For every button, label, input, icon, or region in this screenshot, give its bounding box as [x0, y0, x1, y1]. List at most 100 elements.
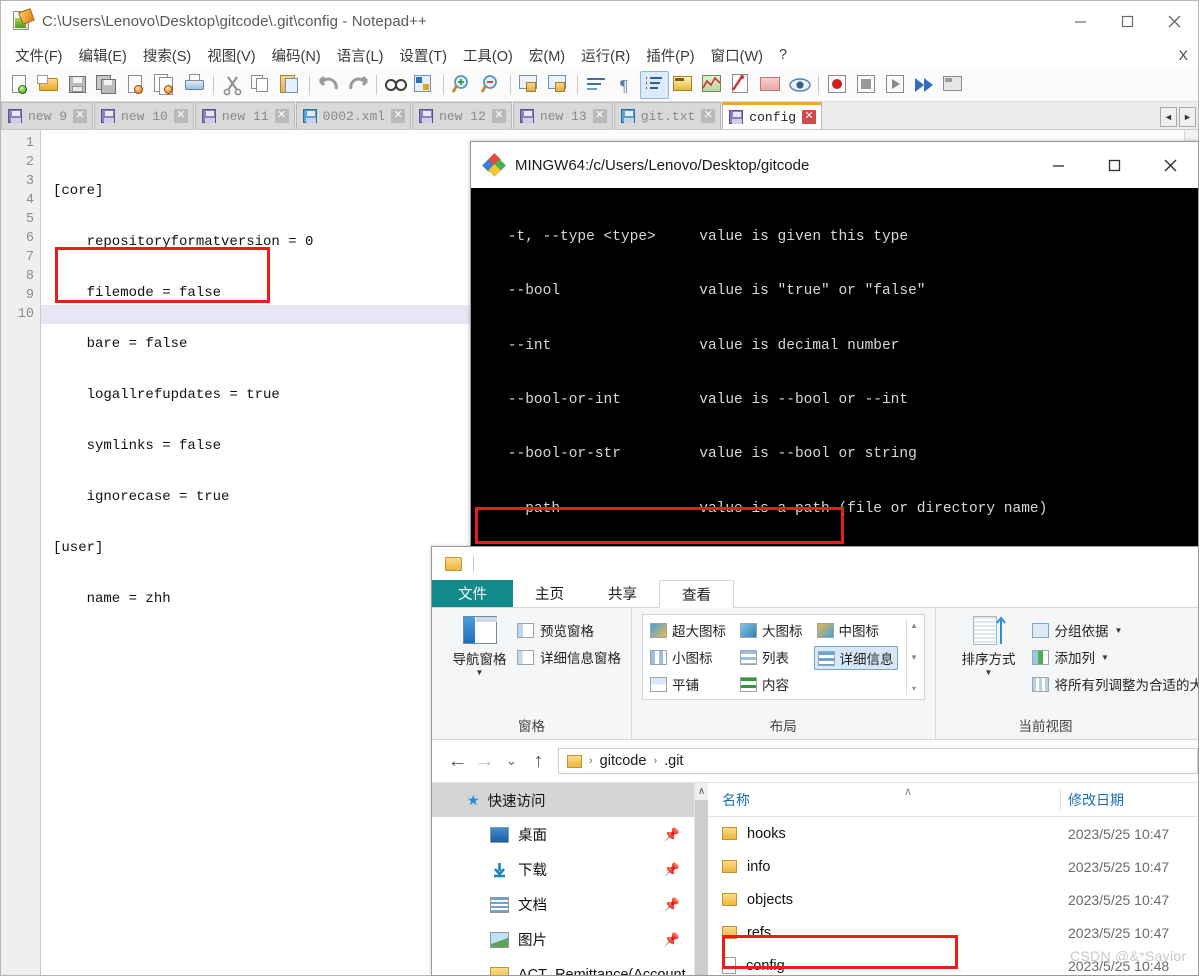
menu-item-run[interactable]: 运行(R)	[573, 43, 638, 68]
menu-item-window[interactable]: 窗口(W)	[703, 43, 771, 68]
sync-vertical-scroll-icon[interactable]	[515, 71, 544, 99]
tab-close-icon[interactable]: ✕	[491, 109, 506, 123]
view-extra-large-icons[interactable]: 超大图标	[647, 619, 729, 641]
tab-close-icon[interactable]: ✕	[274, 109, 289, 123]
redo-icon[interactable]	[343, 71, 372, 99]
scroll-more-icon[interactable]: ▾	[912, 684, 916, 693]
sidebar-item-act-remittance[interactable]: ACT_Remittance(Account	[432, 957, 694, 975]
macro-play-multiple-icon[interactable]	[910, 71, 939, 99]
new-file-icon[interactable]	[6, 71, 35, 99]
add-columns-button[interactable]: 添加列 ▼	[1031, 647, 1199, 667]
pin-icon[interactable]: 📌	[664, 897, 680, 913]
tab-view[interactable]: 查看	[659, 580, 734, 608]
back-button[interactable]: ←	[444, 750, 471, 773]
menu-item-macro[interactable]: 宏(M)	[521, 43, 573, 68]
navigation-pane-button[interactable]: 导航窗格 ▼	[442, 616, 517, 677]
view-medium-icons[interactable]: 中图标	[814, 619, 898, 641]
view-large-icons[interactable]: 大图标	[737, 619, 806, 641]
tab-home[interactable]: 主页	[513, 580, 586, 607]
tab-new-12[interactable]: new 12 ✕	[412, 102, 512, 129]
user-defined-language-icon[interactable]	[669, 71, 698, 99]
open-file-icon[interactable]	[35, 71, 64, 99]
tab-close-icon[interactable]: ✕	[802, 110, 817, 124]
folder-as-workspace-icon[interactable]	[756, 71, 785, 99]
show-all-characters-icon[interactable]: ¶	[611, 71, 640, 99]
tab-close-icon[interactable]: ✕	[592, 109, 607, 123]
macro-record-icon[interactable]	[823, 71, 852, 99]
sort-by-button[interactable]: 排序方式 ▼	[946, 616, 1032, 677]
menu-item-file[interactable]: 文件(F)	[7, 43, 71, 68]
tab-close-icon[interactable]: ✕	[173, 109, 188, 123]
show-indent-guide-icon[interactable]	[640, 71, 669, 99]
print-icon[interactable]	[180, 71, 209, 99]
monitoring-icon[interactable]	[785, 71, 814, 99]
view-details[interactable]: 详细信息	[813, 646, 898, 670]
close-all-files-icon[interactable]	[151, 71, 180, 99]
breadcrumb-gitcode[interactable]: gitcode	[600, 753, 647, 769]
macro-save-icon[interactable]	[939, 71, 968, 99]
menu-item-encoding[interactable]: 编码(N)	[264, 43, 329, 68]
table-row[interactable]: objects 2023/5/25 10:47	[708, 883, 1198, 916]
tab-file[interactable]: 文件	[432, 580, 513, 607]
table-row-config[interactable]: config 2023/5/25 10:48	[708, 949, 1198, 975]
table-row[interactable]: info 2023/5/25 10:47	[708, 850, 1198, 883]
save-all-icon[interactable]	[93, 71, 122, 99]
close-document-button[interactable]: X	[1179, 47, 1188, 63]
close-icon[interactable]	[1142, 142, 1198, 188]
minimize-icon[interactable]	[1057, 1, 1104, 41]
find-icon[interactable]	[381, 71, 410, 99]
scroll-down-icon[interactable]: ▼	[910, 653, 918, 662]
tab-share[interactable]: 共享	[586, 580, 659, 607]
chevron-down-icon[interactable]: ▼	[985, 669, 993, 677]
tab-close-icon[interactable]: ✕	[391, 109, 406, 123]
close-icon[interactable]	[1151, 1, 1198, 41]
zoom-in-icon[interactable]	[448, 71, 477, 99]
sync-horizontal-scroll-icon[interactable]	[544, 71, 573, 99]
tab-close-icon[interactable]: ✕	[701, 109, 716, 123]
view-small-icons[interactable]: 小图标	[647, 646, 729, 668]
tab-close-icon[interactable]: ✕	[73, 109, 88, 123]
view-tiles[interactable]: 平铺	[647, 673, 729, 695]
pin-icon[interactable]: 📌	[664, 827, 680, 843]
tab-scroll-right-button[interactable]: ►	[1179, 107, 1196, 127]
recent-locations-button[interactable]: ⌄	[498, 753, 525, 769]
tab-new-9[interactable]: new 9 ✕	[1, 102, 94, 129]
column-header-date[interactable]: 修改日期	[1054, 790, 1124, 810]
quick-access-header[interactable]: ★ 快速访问	[432, 783, 694, 817]
table-row[interactable]: refs 2023/5/25 10:47	[708, 916, 1198, 949]
replace-icon[interactable]	[410, 71, 439, 99]
navigation-pane-scrollbar[interactable]: ∧	[694, 783, 709, 975]
menu-item-view[interactable]: 视图(V)	[199, 43, 263, 68]
menu-item-search[interactable]: 搜索(S)	[135, 43, 199, 68]
save-icon[interactable]	[64, 71, 93, 99]
menu-item-help[interactable]: ?	[771, 45, 795, 65]
close-file-icon[interactable]	[122, 71, 151, 99]
word-wrap-icon[interactable]	[582, 71, 611, 99]
tab-new-11[interactable]: new 11 ✕	[194, 102, 295, 129]
sidebar-item-documents[interactable]: 文档 📌	[432, 887, 694, 922]
breadcrumb-dotgit[interactable]: .git	[664, 753, 683, 769]
macro-stop-icon[interactable]	[852, 71, 881, 99]
explorer-file-list[interactable]: 名称 ∧ 修改日期 hooks 2023/5/25 10:47 info 202…	[708, 783, 1198, 975]
scrollbar-thumb[interactable]	[694, 800, 709, 975]
menu-item-plugins[interactable]: 插件(P)	[638, 43, 702, 68]
address-bar[interactable]: › gitcode › .git	[558, 748, 1198, 774]
scroll-up-icon[interactable]: ∧	[698, 783, 705, 800]
details-pane-button[interactable]: 详细信息窗格	[517, 647, 621, 667]
menu-item-settings[interactable]: 设置(T)	[391, 43, 455, 68]
cut-icon[interactable]	[218, 71, 247, 99]
sidebar-item-desktop[interactable]: 桌面 📌	[432, 817, 694, 852]
up-button[interactable]: ↑	[525, 750, 552, 773]
menu-item-language[interactable]: 语言(L)	[329, 43, 392, 68]
maximize-icon[interactable]	[1104, 1, 1151, 41]
tab-scroll-left-button[interactable]: ◄	[1160, 107, 1177, 127]
tab-new-13[interactable]: new 13 ✕	[512, 102, 613, 129]
macro-play-icon[interactable]	[881, 71, 910, 99]
copy-icon[interactable]	[247, 71, 276, 99]
terminal-output[interactable]: -t, --type <type> value is given this ty…	[471, 188, 1198, 580]
menu-item-tools[interactable]: 工具(O)	[455, 43, 521, 68]
undo-icon[interactable]	[314, 71, 343, 99]
group-by-button[interactable]: 分组依据 ▼	[1031, 620, 1199, 640]
tab-new-10[interactable]: new 10 ✕	[94, 102, 194, 129]
chevron-down-icon[interactable]: ▼	[476, 669, 484, 677]
